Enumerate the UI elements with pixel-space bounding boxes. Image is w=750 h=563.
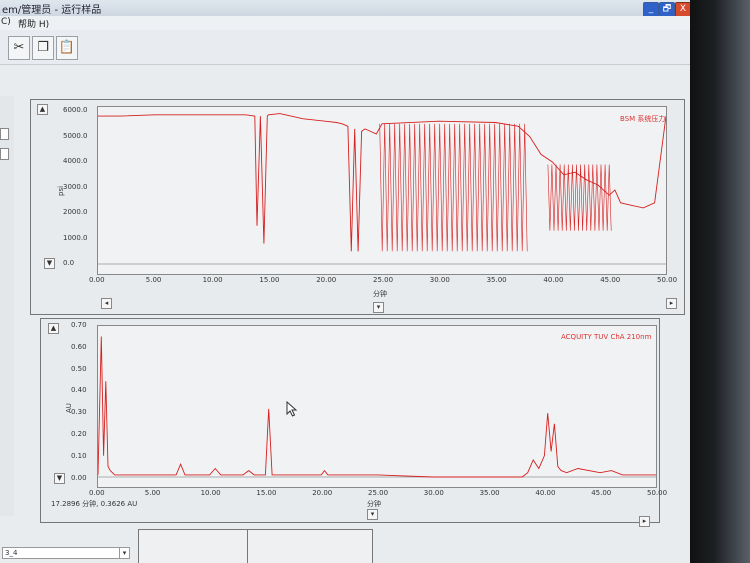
restore-button[interactable]: 🗗: [659, 2, 675, 17]
pressure-x-tick-1: 5.00: [145, 276, 162, 284]
uv-x-tick-5: 25.00: [368, 489, 389, 497]
left-checkbox-1[interactable]: [0, 128, 9, 140]
pressure-y-tick-3: 3000.0: [63, 182, 88, 191]
uv-x-tick-4: 20.00: [312, 489, 333, 497]
uv-x-tick-6: 30.00: [423, 489, 444, 497]
uv-scroll-down-icon[interactable]: ▼: [54, 473, 65, 484]
pressure-y-tick-4: 2000.0: [63, 208, 88, 216]
uv-scroll-right-icon[interactable]: ▸: [639, 516, 650, 527]
uv-y-tick-4: 0.30: [71, 408, 87, 417]
pressure-x-tick-5: 25.00: [373, 276, 394, 284]
uv-y-tick-7: 0.00: [71, 473, 87, 482]
uv-y-tick-3: 0.40: [71, 386, 87, 395]
pressure-y-tick-1: 5000.0: [63, 131, 88, 140]
chevron-down-icon[interactable]: ▾: [119, 548, 129, 558]
pressure-oscillation-b: [547, 164, 612, 231]
toolbar: ✂ ❐ 📋: [0, 30, 700, 65]
uv-scroll-center-icon[interactable]: ▾: [367, 509, 378, 520]
uv-legend: ACQUITY TUV ChA 210nm: [561, 333, 652, 341]
series-line-0: [98, 336, 656, 478]
menu-bar: C) 帮助 H): [0, 16, 700, 30]
uv-chart-panel: ▲ ▼ ACQUITY TUV ChA 210nm AU 0.70 0.60 0.5…: [40, 318, 667, 527]
uv-x-tick-8: 40.00: [535, 489, 556, 497]
pressure-x-tick-2: 10.00: [202, 276, 223, 284]
pressure-chart: [98, 113, 666, 265]
mouse-pointer-icon: [286, 401, 298, 417]
uv-scroll-up-icon[interactable]: ▲: [48, 323, 59, 334]
uv-chart: [98, 336, 656, 478]
pressure-scroll-down-icon[interactable]: ▼: [44, 258, 55, 269]
uv-x-tick-3: 15.00: [256, 489, 277, 497]
pressure-oscillation-a: [379, 123, 528, 252]
uv-x-axis-label: 分钟: [367, 500, 381, 508]
pressure-y-tick-0: 6000.0: [63, 106, 88, 114]
paste-icon[interactable]: 📋: [56, 36, 78, 60]
cut-icon[interactable]: ✂: [8, 36, 30, 60]
sample-combo-value: 3_4: [5, 549, 18, 557]
menu-item-help[interactable]: 帮助 H): [18, 17, 49, 30]
close-button[interactable]: X: [675, 2, 691, 17]
copy-icon[interactable]: ❐: [32, 36, 54, 60]
pressure-x-tick-9: 45.00: [600, 276, 621, 284]
uv-y-tick-2: 0.50: [71, 364, 87, 373]
pressure-x-tick-8: 40.00: [543, 276, 564, 284]
uv-x-tick-2: 10.00: [200, 489, 221, 497]
monitor-bezel: [690, 0, 750, 563]
uv-x-tick-1: 5.00: [144, 489, 161, 497]
pressure-scroll-up-icon[interactable]: ▲: [37, 104, 48, 115]
pressure-y-tick-2: 4000.0: [63, 157, 88, 165]
uv-y-tick-1: 0.60: [71, 342, 87, 351]
pressure-scroll-right-icon[interactable]: ▸: [666, 298, 677, 309]
sample-combo[interactable]: 3_4 ▾: [2, 547, 130, 559]
bottom-pane-2: [247, 529, 373, 563]
uv-x-tick-0: 0.00: [89, 489, 105, 497]
uv-y-tick-0: 0.70: [71, 321, 87, 329]
left-strip: [0, 96, 14, 516]
pressure-x-tick-0: 0.00: [89, 276, 105, 284]
pressure-plot-area: [97, 106, 667, 275]
pressure-x-tick-3: 15.00: [259, 276, 280, 284]
pressure-x-tick-4: 20.00: [316, 276, 337, 284]
left-checkbox-2[interactable]: [0, 148, 9, 160]
menu-item-c[interactable]: C): [1, 17, 11, 27]
pressure-legend: BSM 系统压力: [620, 115, 666, 123]
pressure-x-tick-10: 50.00: [657, 276, 678, 284]
uv-x-tick-9: 45.00: [591, 489, 612, 497]
monitor-screen: em/管理员 - 运行样品 _ 🗗 X C) 帮助 H) ✂ ❐ 📋 ▲ ▼ B…: [0, 0, 705, 563]
pressure-y-tick-6: 0.0: [63, 259, 75, 267]
uv-x-tick-7: 35.00: [479, 489, 500, 497]
uv-plot-area: [97, 325, 657, 488]
window-title: em/管理员 - 运行样品: [2, 5, 102, 16]
minimize-button[interactable]: _: [643, 2, 659, 17]
pressure-scroll-center-icon[interactable]: ▾: [373, 302, 384, 313]
uv-y-tick-6: 0.10: [71, 451, 87, 460]
pressure-x-tick-6: 30.00: [429, 276, 450, 284]
bottom-pane-1: [138, 529, 248, 563]
pressure-x-axis-label: 分钟: [373, 290, 387, 298]
pressure-scroll-left-icon[interactable]: ◂: [101, 298, 112, 309]
title-bar: em/管理员 - 运行样品 _ 🗗 X: [0, 0, 700, 17]
pressure-chart-panel: ▲ ▼ BSM 系统压力 psi 6000.0 5000.0 4000.0 3000.…: [30, 99, 685, 315]
uv-y-tick-5: 0.20: [71, 430, 87, 438]
pressure-x-tick-7: 35.00: [486, 276, 507, 284]
cursor-readout: 17.2896 分钟, 0.3626 AU: [51, 500, 138, 508]
pressure-y-tick-5: 1000.0: [63, 233, 88, 242]
uv-x-tick-10: 50.00: [647, 489, 668, 497]
